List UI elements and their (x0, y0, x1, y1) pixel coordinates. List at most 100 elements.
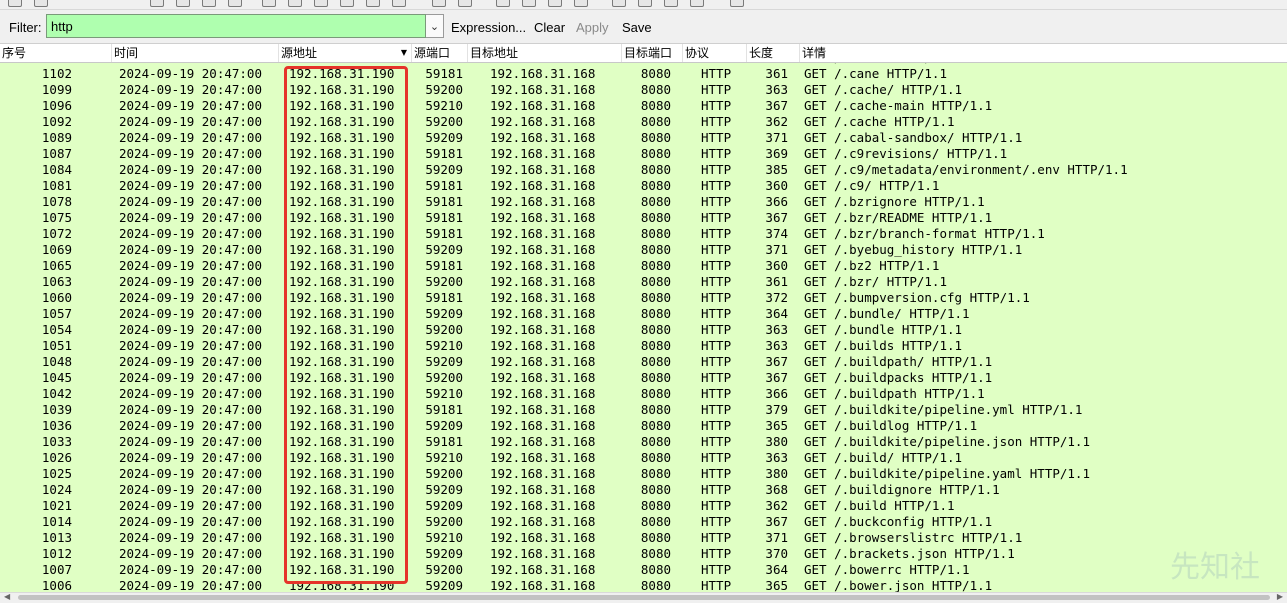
resize-columns-icon[interactable] (574, 0, 588, 7)
column-header-time[interactable]: 时间 (112, 44, 279, 62)
capture-filters-icon[interactable] (612, 0, 626, 7)
save-file-icon[interactable] (176, 0, 190, 7)
packet-number: 1033 (41, 434, 72, 449)
stop-capture-icon[interactable] (34, 0, 48, 7)
packet-time: 2024-09-19 20:47:00 (119, 130, 262, 145)
column-header-source-port[interactable]: 源端口 (412, 44, 468, 62)
packet-protocol: HTTP (701, 546, 732, 561)
coloring-rules-icon[interactable] (664, 0, 678, 7)
colorize-icon[interactable] (432, 0, 446, 7)
help-icon[interactable] (730, 0, 744, 7)
packet-protocol: HTTP (701, 434, 732, 449)
table-row[interactable]: 1051 2024-09-19 20:47:00 192.168.31.190 592… (0, 338, 1287, 354)
last-packet-icon[interactable] (392, 0, 406, 7)
table-row[interactable]: 1060 2024-09-19 20:47:00 192.168.31.190 591… (0, 290, 1287, 306)
table-row[interactable]: 1075 2024-09-19 20:47:00 192.168.31.190 591… (0, 210, 1287, 226)
packet-number: 1045 (41, 370, 72, 385)
packet-number: 1060 (41, 290, 72, 305)
column-header-destination[interactable]: 目标地址 (468, 44, 622, 62)
column-header-destination-port[interactable]: 目标端口 (622, 44, 683, 62)
packet-destination-port: 8080 (640, 178, 671, 193)
packet-info: GET /.c9revisions/ HTTP/1.1 (804, 146, 1008, 161)
table-row[interactable]: 1065 2024-09-19 20:47:00 192.168.31.190 591… (0, 258, 1287, 274)
table-row[interactable]: 1054 2024-09-19 20:47:00 192.168.31.190 592… (0, 322, 1287, 338)
table-row[interactable]: 1072 2024-09-19 20:47:00 192.168.31.190 591… (0, 226, 1287, 242)
first-packet-icon[interactable] (366, 0, 380, 7)
zoom-out-icon[interactable] (522, 0, 536, 7)
packet-info: GET /.cabal-sandbox/ HTTP/1.1 (804, 130, 1023, 145)
go-forward-icon[interactable] (314, 0, 328, 7)
reload-icon[interactable] (228, 0, 242, 7)
packet-info: GET /.buildpacks HTTP/1.1 (804, 370, 993, 385)
table-row[interactable]: 1045 2024-09-19 20:47:00 192.168.31.190 592… (0, 370, 1287, 386)
packet-length: 364 (765, 306, 788, 321)
display-filters-icon[interactable] (638, 0, 652, 7)
table-row[interactable]: 1084 2024-09-19 20:47:00 192.168.31.190 592… (0, 162, 1287, 178)
table-row[interactable]: 1063 2024-09-19 20:47:00 192.168.31.190 592… (0, 274, 1287, 290)
table-row[interactable]: 1024 2024-09-19 20:47:00 192.168.31.190 592… (0, 482, 1287, 498)
packet-protocol: HTTP (701, 482, 732, 497)
table-row[interactable]: 1096 2024-09-19 20:47:00 192.168.31.190 592… (0, 98, 1287, 114)
display-filter-input[interactable] (46, 14, 426, 38)
autoscroll-icon[interactable] (458, 0, 472, 7)
open-file-icon[interactable] (150, 0, 164, 7)
table-row[interactable]: 1087 2024-09-19 20:47:00 192.168.31.190 591… (0, 146, 1287, 162)
table-row[interactable]: 1089 2024-09-19 20:47:00 192.168.31.190 592… (0, 130, 1287, 146)
packet-protocol: HTTP (701, 66, 732, 81)
column-header-length[interactable]: 长度 (747, 44, 800, 62)
packet-source: 192.168.31.190 (289, 82, 395, 97)
column-header-no[interactable]: 序号 (0, 44, 112, 62)
table-row[interactable]: 1036 2024-09-19 20:47:00 192.168.31.190 592… (0, 418, 1287, 434)
scroll-right-icon[interactable]: ▶ (1277, 592, 1283, 601)
packet-number: 1099 (41, 82, 72, 97)
table-row[interactable]: 1021 2024-09-19 20:47:00 192.168.31.190 592… (0, 498, 1287, 514)
table-row[interactable]: 1092 2024-09-19 20:47:00 192.168.31.190 592… (0, 114, 1287, 130)
table-row[interactable]: 1042 2024-09-19 20:47:00 192.168.31.190 592… (0, 386, 1287, 402)
packet-destination: 192.168.31.168 (490, 290, 596, 305)
find-packet-icon[interactable] (262, 0, 276, 7)
table-row[interactable]: 1007 2024-09-19 20:47:00 192.168.31.190 592… (0, 562, 1287, 578)
column-header-protocol[interactable]: 协议 (683, 44, 747, 62)
filter-history-dropdown[interactable]: ⌄ (426, 14, 444, 38)
normal-size-icon[interactable] (548, 0, 562, 7)
table-row[interactable]: 1099 2024-09-19 20:47:00 192.168.31.190 592… (0, 82, 1287, 98)
table-row[interactable]: 1039 2024-09-19 20:47:00 192.168.31.190 591… (0, 402, 1287, 418)
table-row[interactable]: 1014 2024-09-19 20:47:00 192.168.31.190 592… (0, 514, 1287, 530)
preferences-icon[interactable] (690, 0, 704, 7)
zoom-in-icon[interactable] (496, 0, 510, 7)
table-row[interactable]: 1026 2024-09-19 20:47:00 192.168.31.190 592… (0, 450, 1287, 466)
save-filter-button[interactable]: Save (622, 20, 652, 35)
table-row[interactable]: 1078 2024-09-19 20:47:00 192.168.31.190 591… (0, 194, 1287, 210)
clear-filter-button[interactable]: Clear (534, 20, 565, 35)
start-capture-icon[interactable] (8, 0, 22, 7)
go-to-packet-icon[interactable] (340, 0, 354, 7)
table-row[interactable]: 1057 2024-09-19 20:47:00 192.168.31.190 592… (0, 306, 1287, 322)
packet-length: 361 (765, 274, 788, 289)
scroll-left-icon[interactable]: ◀ (4, 592, 10, 601)
packet-source: 192.168.31.190 (289, 450, 395, 465)
packet-source-port: 59209 (425, 418, 463, 433)
column-header-info[interactable]: 详情 (800, 44, 1287, 62)
expression-button[interactable]: Expression... (451, 20, 526, 35)
table-row[interactable]: 1033 2024-09-19 20:47:00 192.168.31.190 591… (0, 434, 1287, 450)
table-row[interactable]: 1012 2024-09-19 20:47:00 192.168.31.190 592… (0, 546, 1287, 562)
table-row[interactable]: 1081 2024-09-19 20:47:00 192.168.31.190 591… (0, 178, 1287, 194)
packet-list[interactable]: 序号 时间 源地址 ▼ 源端口 目标地址 目标端口 协议 长度 详情 11032… (0, 44, 1287, 592)
packet-source-port: 59200 (425, 562, 463, 577)
table-row[interactable]: 1048 2024-09-19 20:47:00 192.168.31.190 592… (0, 354, 1287, 370)
packet-destination: 192.168.31.168 (490, 210, 596, 225)
go-back-icon[interactable] (288, 0, 302, 7)
packet-source: 192.168.31.190 (289, 290, 395, 305)
close-file-icon[interactable] (202, 0, 216, 7)
table-row[interactable]: 1069 2024-09-19 20:47:00 192.168.31.190 592… (0, 242, 1287, 258)
packet-length: 365 (765, 578, 788, 592)
table-row[interactable]: 1013 2024-09-19 20:47:00 192.168.31.190 592… (0, 530, 1287, 546)
apply-filter-button[interactable]: Apply (576, 20, 609, 35)
table-row[interactable]: 1006 2024-09-19 20:47:00 192.168.31.190 592… (0, 578, 1287, 592)
horizontal-scrollbar-thumb[interactable] (18, 595, 1270, 600)
table-row[interactable]: 1025 2024-09-19 20:47:00 192.168.31.190 592… (0, 466, 1287, 482)
table-row[interactable]: 1102 2024-09-19 20:47:00 192.168.31.190 591… (0, 66, 1287, 82)
horizontal-scrollbar[interactable]: ◀ ▶ (0, 592, 1287, 603)
column-header-source[interactable]: 源地址 ▼ (279, 44, 412, 62)
filter-label: Filter: (9, 20, 42, 35)
